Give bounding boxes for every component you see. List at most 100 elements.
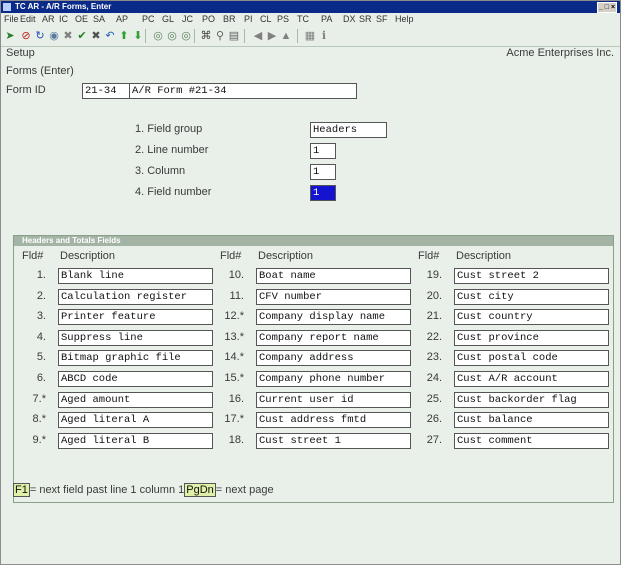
menu-dx[interactable]: DX	[343, 13, 356, 25]
menu-br[interactable]: BR	[223, 13, 236, 25]
home-icon[interactable]: ▲	[280, 30, 292, 42]
window-title: TC AR - A/R Forms, Enter	[15, 2, 112, 11]
field-number: 14.*	[224, 351, 244, 364]
f1-key-button[interactable]: F1	[13, 483, 30, 497]
field-number: 3.	[36, 310, 46, 323]
back-icon[interactable]: ◀	[252, 30, 264, 42]
field-number: 12.*	[224, 310, 244, 323]
field-description-cell[interactable]: Calculation register	[58, 288, 213, 305]
down-icon[interactable]: ⬇	[132, 30, 144, 42]
field-number: 20.	[426, 289, 442, 302]
field-number: 24.	[426, 372, 442, 384]
field-number: 25.	[426, 392, 442, 405]
field-description-cell[interactable]: CFV number	[256, 288, 411, 305]
toolbar: ➤ ⊘ ↻ ◉ ✖ ✔ ✖ ↶ ⬆ ⬇ ◎ ◎ ◎ ⌘ ⚲ ▤ ◀ ▶ ▲ ▦ ℹ	[1, 25, 620, 47]
menu-tc[interactable]: TC	[297, 13, 309, 25]
list-icon[interactable]: ▤	[228, 30, 240, 42]
field-description-cell[interactable]: Cust address fmtd	[256, 412, 411, 429]
field-number: 7.*	[32, 392, 46, 405]
column-input[interactable]: 1	[310, 164, 336, 180]
column-header-description: Description	[60, 250, 116, 262]
menu-jc[interactable]: JC	[182, 13, 193, 25]
field-number: 2.	[36, 289, 46, 302]
line-number-input[interactable]: 1	[310, 143, 336, 159]
forward-icon[interactable]: ▶	[266, 30, 278, 42]
menu-cl[interactable]: CL	[260, 13, 272, 25]
menu-gl[interactable]: GL	[162, 13, 174, 25]
menu-bar: File Edit AR IC OE SA AP PC GL JC PO BR PI CL PS TC PA DX…	[1, 13, 620, 25]
form-id-label: Form ID	[6, 84, 46, 96]
menu-pi[interactable]: PI	[244, 13, 253, 25]
field-description-cell[interactable]: Company address	[256, 350, 411, 367]
field-description-cell[interactable]: Cust backorder flag	[454, 391, 609, 408]
field-description-cell[interactable]: Cust province	[454, 329, 609, 346]
field-number: 19.	[426, 269, 442, 281]
field-description-cell[interactable]: Current user id	[256, 391, 411, 408]
field-description-cell[interactable]: Cust street 1	[256, 432, 411, 449]
undo-icon[interactable]: ↶	[104, 30, 116, 42]
field-description-cell[interactable]: Company display name	[256, 309, 411, 326]
close-icon[interactable]: ✖	[90, 30, 102, 42]
menu-help[interactable]: Help	[395, 13, 414, 25]
app-window: TC AR - A/R Forms, Enter _ □ × File Edit A…	[0, 0, 621, 565]
menu-sa[interactable]: SA	[93, 13, 105, 25]
tag-icon[interactable]: ➤	[4, 30, 16, 42]
field-description-cell[interactable]: Company phone number	[256, 371, 411, 387]
window-controls[interactable]: _ □ ×	[597, 2, 617, 13]
field-group-input[interactable]: Headers	[310, 122, 387, 138]
menu-pc[interactable]: PC	[142, 13, 155, 25]
field-number: 10.	[228, 269, 244, 281]
field-description-cell[interactable]: Printer feature	[58, 309, 213, 326]
refresh-icon[interactable]: ↻	[34, 30, 46, 42]
cancel-icon[interactable]: ⊘	[20, 30, 32, 42]
field-description-cell[interactable]: ABCD code	[58, 371, 213, 387]
field-description-cell[interactable]: Cust country	[454, 309, 609, 326]
field-number: 16.	[228, 392, 244, 405]
field-number-input[interactable]: 1	[310, 185, 336, 201]
prev-icon[interactable]: ◎	[166, 30, 178, 42]
field-description-cell[interactable]: Cust A/R account	[454, 371, 609, 387]
menu-ap[interactable]: AP	[116, 13, 128, 25]
field-description-cell[interactable]: Boat name	[256, 268, 411, 284]
form-id-field[interactable]: 21-34	[82, 83, 130, 99]
field-description-cell[interactable]: Aged amount	[58, 391, 213, 408]
field-description-cell[interactable]: Cust postal code	[454, 350, 609, 367]
info-icon[interactable]: ℹ	[318, 30, 330, 42]
menu-oe[interactable]: OE	[75, 13, 88, 25]
next-icon[interactable]: ◎	[180, 30, 192, 42]
toolbar-separator	[244, 29, 245, 43]
field-number: 18.	[228, 433, 244, 446]
field-description-cell[interactable]: Aged literal A	[58, 412, 213, 429]
first-icon[interactable]: ◎	[152, 30, 164, 42]
field-description-cell[interactable]: Aged literal B	[58, 432, 213, 449]
find-icon[interactable]: ◉	[48, 30, 60, 42]
print-icon[interactable]: ▦	[304, 30, 316, 42]
zoom-icon[interactable]: ⚲	[214, 30, 226, 42]
field-description-cell[interactable]: Blank line	[58, 268, 213, 284]
form-description-field[interactable]: A/R Form #21-34	[129, 83, 357, 99]
field-description-cell[interactable]: Cust city	[454, 288, 609, 305]
pgdn-key-button[interactable]: PgDn	[184, 483, 216, 497]
menu-file[interactable]: File	[4, 13, 19, 25]
check-icon[interactable]: ✔	[76, 30, 88, 42]
menu-sf[interactable]: SF	[376, 13, 388, 25]
up-icon[interactable]: ⬆	[118, 30, 130, 42]
menu-edit[interactable]: Edit	[20, 13, 36, 25]
menu-po[interactable]: PO	[202, 13, 215, 25]
menu-ps[interactable]: PS	[277, 13, 289, 25]
field-description-cell[interactable]: Bitmap graphic file	[58, 350, 213, 367]
menu-ic[interactable]: IC	[59, 13, 68, 25]
delete-icon[interactable]: ✖	[62, 30, 74, 42]
menu-ar[interactable]: AR	[42, 13, 55, 25]
field-description-cell[interactable]: Cust comment	[454, 432, 609, 449]
binoculars-icon[interactable]: ⌘	[200, 30, 212, 42]
field-description-cell[interactable]: Suppress line	[58, 329, 213, 346]
field-description-cell[interactable]: Cust balance	[454, 412, 609, 429]
field-description-cell[interactable]: Company report name	[256, 329, 411, 346]
column-label: 3. Column	[135, 165, 186, 177]
column-header-fld: Fld#	[418, 250, 440, 262]
app-icon	[3, 3, 11, 11]
field-description-cell[interactable]: Cust street 2	[454, 268, 609, 284]
menu-sr[interactable]: SR	[359, 13, 372, 25]
menu-pa[interactable]: PA	[321, 13, 332, 25]
